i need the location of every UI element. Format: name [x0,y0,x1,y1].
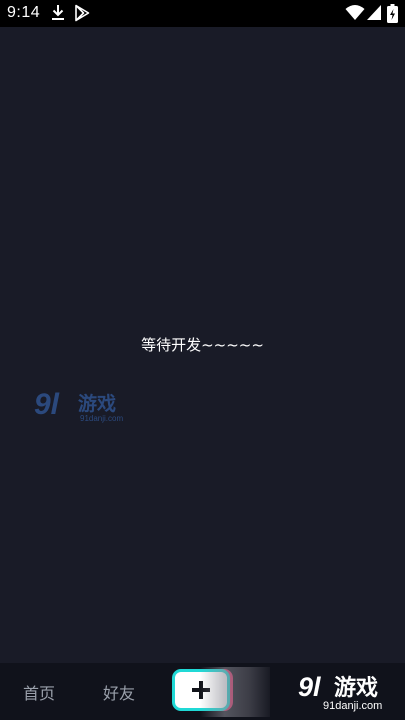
placeholder-message: 等待开发~~~~~ [141,336,264,354]
watermark-domain: 91danji.com [80,414,123,423]
tab-friends[interactable]: 好友 [103,680,135,704]
wifi-icon [345,5,365,20]
app-screen: 9:14 等待开发~~~~~ 9l 游戏 91danji.com 首页 好友 9… [0,0,405,720]
watermark-corner: 9l 游戏 91danji.com [296,670,396,718]
watermark-corner-number: 9l [298,672,321,702]
watermark-corner-domain: 91danji.com [323,700,383,712]
status-bar: 9:14 [0,0,405,27]
watermark-number: 9l [34,388,60,421]
watermark-overlay [200,667,270,717]
watermark-corner-text: 游戏 [334,675,378,701]
status-time: 9:14 [7,4,41,21]
tab-home[interactable]: 首页 [23,680,55,704]
watermark-logo: 9l 游戏 91danji.com [34,388,123,423]
watermark-corner-logo: 9l 游戏 [298,672,378,702]
signal-icon [367,5,381,20]
download-icon [52,5,64,20]
play-store-icon [75,4,90,22]
watermark-brand-text: 游戏 [78,392,116,415]
battery-icon [387,4,398,23]
